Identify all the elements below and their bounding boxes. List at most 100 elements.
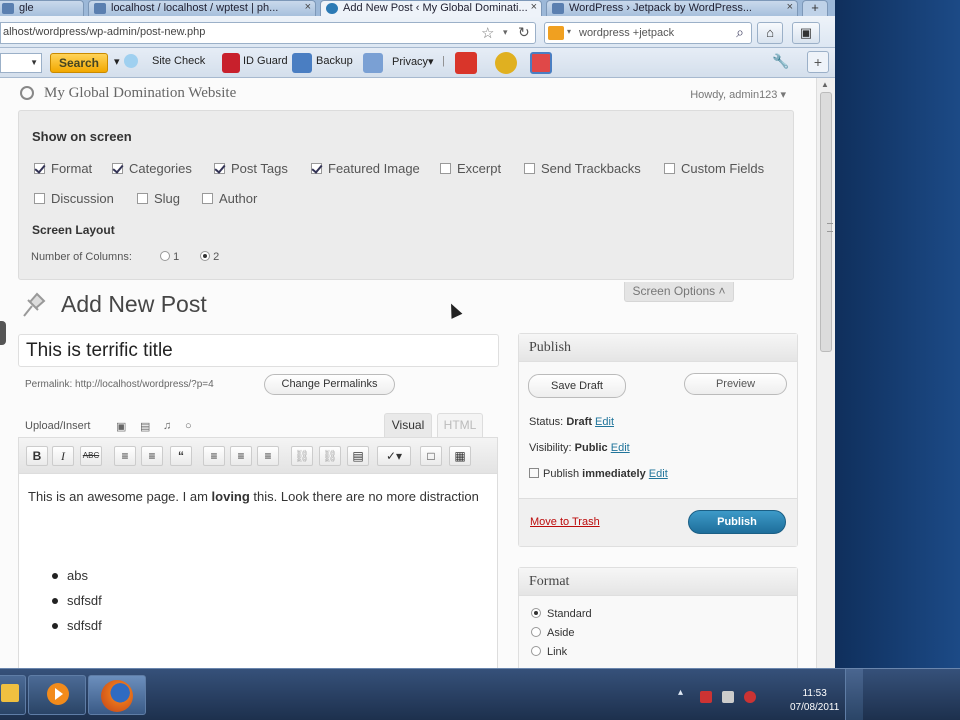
taskbar-item-media-player[interactable] [28,675,86,715]
browser-tab[interactable]: localhost / localhost / wptest | ph... × [88,0,316,16]
checkbox-categories[interactable]: Categories [112,161,192,176]
checkbox-box[interactable] [311,163,322,174]
show-hidden-icons[interactable]: ▴ [678,687,683,698]
address-bar[interactable]: alhost/wordpress/wp-admin/post-new.php ☆… [0,22,536,44]
publish-box-title[interactable]: Publish [519,334,797,362]
format-box-title[interactable]: Format [519,568,797,596]
blockquote-button[interactable]: “ [170,446,192,466]
tab-html[interactable]: HTML [437,413,483,437]
checkbox-box[interactable] [137,193,148,204]
add-toolbar-button[interactable]: + [807,51,829,73]
checkbox-box[interactable] [34,193,45,204]
checkbox-box[interactable] [202,193,213,204]
magnifier-icon[interactable]: ⌕ [736,24,744,41]
checkbox-custom-fields[interactable]: Custom Fields [664,161,764,176]
radio-button[interactable] [531,646,541,656]
dropdown-arrow-icon[interactable]: ▼ [30,58,38,67]
align-left-button[interactable]: ≡ [203,446,225,466]
backup-button[interactable]: Backup [316,55,353,67]
bookmark-star-icon[interactable]: ☆ [481,24,494,42]
tray-volume-icon[interactable] [744,691,756,703]
page-scrollbar[interactable]: ▲ [816,78,835,668]
insert-link-button[interactable]: ⛓ [291,446,313,466]
wrench-icon[interactable]: 🔧 [772,53,789,70]
format-option-aside[interactable]: Aside [531,627,575,639]
checkbox-featured-image[interactable]: Featured Image [311,161,420,176]
checkbox-box[interactable] [440,163,451,174]
search-query[interactable]: wordpress +jetpack [579,27,674,39]
checkbox-box[interactable] [112,163,123,174]
fullscreen-button[interactable]: □ [420,446,442,466]
checkbox-slug[interactable]: Slug [137,191,180,206]
browser-tab-active[interactable]: Add New Post ‹ My Global Dominati... × [320,0,542,16]
site-check-button[interactable]: Site Check [152,55,205,67]
collapse-handle[interactable] [0,321,6,345]
howdy-user-menu[interactable]: Howdy, admin123 ▾ [690,88,786,101]
youtube-icon[interactable] [455,52,477,74]
scroll-up-icon[interactable]: ▲ [821,80,829,89]
italic-button[interactable]: I [52,446,74,466]
numbered-list-button[interactable]: ≡ [141,446,163,466]
screen-options-tab[interactable]: Screen Options ˄ [624,282,734,302]
edit-publish-time-link[interactable]: Edit [649,468,668,480]
checkbox-send-trackbacks[interactable]: Send Trackbacks [524,161,641,176]
taskbar-clock[interactable]: 11:53 07/08/2011 [790,687,839,715]
change-permalinks-button[interactable]: Change Permalinks [264,374,395,395]
strikethrough-button[interactable]: ABC [80,446,102,466]
show-desktop-button[interactable] [845,669,863,720]
checkbox-format[interactable]: Format [34,161,92,176]
kitchen-sink-button[interactable]: ▦ [449,446,471,466]
columns-option-2[interactable]: 2 [200,251,219,263]
align-center-button[interactable]: ≡ [230,446,252,466]
tray-security-icon[interactable] [700,691,712,703]
search-engine-icon[interactable] [548,26,564,40]
home-button[interactable]: ⌂ [757,22,783,44]
scrollbar-thumb[interactable] [820,92,833,352]
checkbox-box[interactable] [524,163,535,174]
move-to-trash-link[interactable]: Move to Trash [530,516,600,528]
browser-tab[interactable]: gle [0,0,84,16]
publish-button[interactable]: Publish [688,510,786,534]
toolbar-arrow-icon[interactable]: ▾ [114,55,120,68]
format-option-link[interactable]: Link [531,646,567,658]
tab-visual[interactable]: Visual [384,413,432,437]
preview-button[interactable]: Preview [684,373,787,395]
new-tab-button[interactable]: + [802,0,828,16]
radio-button[interactable] [531,627,541,637]
search-box[interactable]: ▾ wordpress +jetpack ⌕ [544,22,752,44]
privacy-button[interactable]: Privacy▾ [392,55,434,68]
close-tab-icon[interactable]: × [787,1,793,13]
checkbox-box[interactable] [664,163,675,174]
close-tab-icon[interactable]: × [531,1,537,13]
checkbox-excerpt[interactable]: Excerpt [440,161,501,176]
radio-button[interactable] [160,251,170,261]
checkbox-box[interactable] [214,163,225,174]
toolbar-search-button[interactable]: Search [50,53,108,73]
browser-tab[interactable]: WordPress › Jetpack by WordPress... × [546,0,798,16]
site-name[interactable]: My Global Domination Website [44,85,236,102]
columns-option-1[interactable]: 1 [160,251,179,263]
extensions-button[interactable]: ▣ [792,22,820,44]
taskbar-item-firefox[interactable] [88,675,146,715]
save-draft-button[interactable]: Save Draft [528,374,626,398]
tray-network-icon[interactable] [722,691,734,703]
add-audio-icon[interactable]: ♫ [163,420,176,432]
checkbox-author[interactable]: Author [202,191,257,206]
weather-icon[interactable] [495,52,517,74]
edit-visibility-link[interactable]: Edit [611,442,630,454]
add-image-icon[interactable]: ▣ [116,420,129,433]
checkbox-discussion[interactable]: Discussion [34,191,114,206]
align-right-button[interactable]: ≡ [257,446,279,466]
insert-more-button[interactable]: ▤ [347,446,369,466]
url-text[interactable]: alhost/wordpress/wp-admin/post-new.php [3,26,205,38]
search-engine-dropdown-icon[interactable]: ▾ [567,27,571,36]
editor-content[interactable]: This is an awesome page. I am loving thi… [28,484,488,509]
format-option-standard[interactable]: Standard [531,608,592,620]
add-media-icon[interactable]: ○ [185,420,198,432]
taskbar-item-explorer[interactable] [0,675,26,715]
checkbox-post-tags[interactable]: Post Tags [214,161,288,176]
wordpress-logo-icon[interactable] [20,86,34,100]
post-title-input[interactable]: This is terrific title [18,334,499,367]
spellcheck-button[interactable]: ✓▾ [377,446,411,466]
bullet-list-button[interactable]: ≡ [114,446,136,466]
